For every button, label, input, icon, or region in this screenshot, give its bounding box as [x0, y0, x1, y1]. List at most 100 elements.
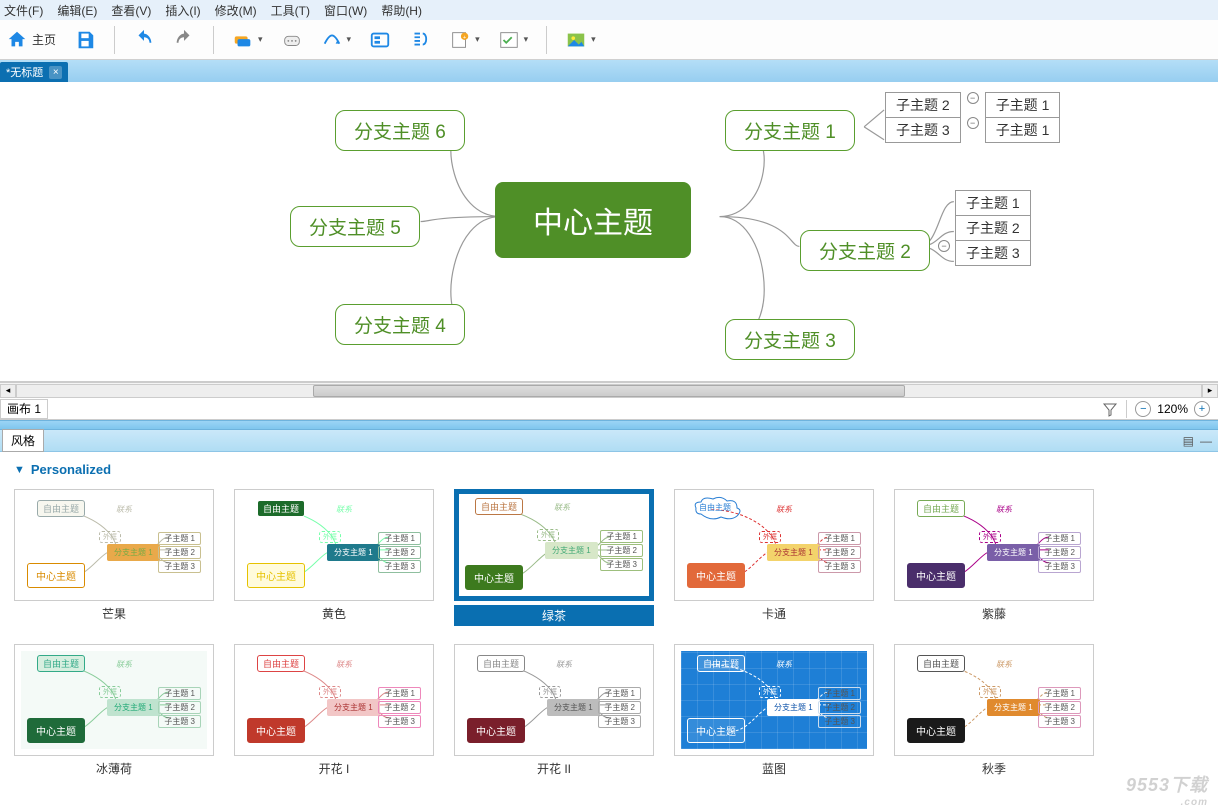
- menu-edit[interactable]: 编辑(E): [57, 2, 97, 19]
- theme-卡通[interactable]: 自由主题 联系 外框 中心主题 分支主题 1 子主题 1 子主题 2 子主题 3…: [674, 489, 874, 626]
- menu-window[interactable]: 窗口(W): [324, 2, 367, 19]
- marker-icon: +: [449, 29, 471, 51]
- theme-label: 黄色: [322, 605, 346, 622]
- theme-冰薄荷[interactable]: 自由主题 联系 外框 中心主题 分支主题 1 子主题 1 子主题 2 子主题 3…: [14, 644, 214, 777]
- theme-开花 II[interactable]: 自由主题 联系 外框 中心主题 分支主题 1 子主题 1 子主题 2 子主题 3…: [454, 644, 654, 777]
- theme-label: 冰薄荷: [96, 760, 132, 777]
- minimize-icon[interactable]: —: [1200, 434, 1212, 448]
- topic-button[interactable]: ▾: [232, 29, 263, 51]
- branch-2[interactable]: 分支主题 2: [800, 230, 930, 271]
- document-tab[interactable]: *无标题 ×: [0, 62, 68, 82]
- theme-label: 绿茶: [454, 605, 654, 626]
- note-icon: [281, 29, 303, 51]
- task-button[interactable]: ▾: [498, 29, 529, 51]
- sub-topic[interactable]: 子主题 1: [985, 92, 1061, 118]
- scroll-left-button[interactable]: ◂: [0, 384, 16, 398]
- zoom-in-button[interactable]: +: [1194, 401, 1210, 417]
- collapse-icon[interactable]: −: [967, 117, 979, 129]
- style-panel-header: 风格 ▤ —: [0, 430, 1218, 452]
- menu-help[interactable]: 帮助(H): [381, 2, 422, 19]
- boundary-button[interactable]: [369, 29, 391, 51]
- tab-close-button[interactable]: ×: [49, 66, 62, 79]
- zoom-out-button[interactable]: −: [1135, 401, 1151, 417]
- theme-grid: 自由主题 联系 外框 中心主题 分支主题 1 子主题 1 子主题 2 子主题 3…: [14, 489, 1204, 777]
- horizontal-scrollbar[interactable]: ◂ ▸: [0, 382, 1218, 398]
- relationship-icon: [321, 29, 343, 51]
- branch-6[interactable]: 分支主题 6: [335, 110, 465, 151]
- sub-topic[interactable]: 子主题 3: [955, 240, 1031, 266]
- image-button[interactable]: ▾: [565, 29, 596, 51]
- collapse-icon[interactable]: −: [967, 92, 979, 104]
- undo-button[interactable]: [133, 29, 155, 51]
- theme-芒果[interactable]: 自由主题 联系 外框 中心主题 分支主题 1 子主题 1 子主题 2 子主题 3…: [14, 489, 214, 626]
- scroll-thumb[interactable]: [313, 385, 905, 397]
- collapse-icon[interactable]: −: [938, 240, 950, 252]
- theme-label: 开花 I: [319, 760, 350, 777]
- theme-开花 I[interactable]: 自由主题 联系 外框 中心主题 分支主题 1 子主题 1 子主题 2 子主题 3…: [234, 644, 434, 777]
- branch-3[interactable]: 分支主题 3: [725, 319, 855, 360]
- caret-down-icon: ▼: [14, 464, 25, 476]
- sub-topic[interactable]: 子主题 3: [885, 117, 961, 143]
- mindmap-canvas[interactable]: 中心主题 分支主题 6 分支主题 5 分支主题 4 分支主题 1 分支主题 2 …: [0, 82, 1218, 382]
- tab-title: *无标题: [6, 64, 43, 80]
- redo-button[interactable]: [173, 29, 195, 51]
- marker-button[interactable]: +▾: [449, 29, 480, 51]
- theme-秋季[interactable]: 自由主题 联系 外框 中心主题 分支主题 1 子主题 1 子主题 2 子主题 3…: [894, 644, 1094, 777]
- zoom-level: 120%: [1157, 402, 1188, 416]
- theme-label: 卡通: [762, 605, 786, 622]
- menu-view[interactable]: 查看(V): [111, 2, 151, 19]
- summary-icon: [409, 29, 431, 51]
- theme-label: 蓝图: [762, 760, 786, 777]
- section-personalized[interactable]: ▼ Personalized: [14, 462, 1204, 477]
- boundary-icon: [369, 29, 391, 51]
- save-icon: [74, 29, 96, 51]
- topic-icon: [232, 29, 254, 51]
- view-mode-icon[interactable]: ▤: [1183, 434, 1194, 448]
- theme-label: 开花 II: [537, 760, 571, 777]
- sub-topic[interactable]: 子主题 1: [955, 190, 1031, 216]
- document-tab-bar: *无标题 ×: [0, 60, 1218, 82]
- theme-label: 芒果: [102, 605, 126, 622]
- branch-4[interactable]: 分支主题 4: [335, 304, 465, 345]
- menu-bar: 文件(F) 编辑(E) 查看(V) 插入(I) 修改(M) 工具(T) 窗口(W…: [0, 0, 1218, 20]
- theme-绿茶[interactable]: 自由主题 联系 外框 中心主题 分支主题 1 子主题 1 子主题 2 子主题 3…: [454, 489, 654, 626]
- branch-5[interactable]: 分支主题 5: [290, 206, 420, 247]
- branch-2-subtopics: 子主题 1 子主题 2 子主题 3: [955, 190, 1031, 266]
- style-panel-title[interactable]: 风格: [2, 429, 44, 452]
- relationship-button[interactable]: ▾: [321, 29, 352, 51]
- menu-insert[interactable]: 插入(I): [165, 2, 200, 19]
- svg-text:+: +: [463, 35, 466, 41]
- status-bar: 画布 1 − 120% +: [0, 398, 1218, 420]
- scroll-right-button[interactable]: ▸: [1202, 384, 1218, 398]
- summary-button[interactable]: [409, 29, 431, 51]
- sub-topic[interactable]: 子主题 1: [985, 117, 1061, 143]
- sub-topic[interactable]: 子主题 2: [885, 92, 961, 118]
- sub-topic[interactable]: 子主题 2: [955, 215, 1031, 241]
- canvas-name[interactable]: 画布 1: [0, 399, 48, 419]
- image-icon: [565, 29, 587, 51]
- theme-黄色[interactable]: 自由主题 联系 外框 中心主题 分支主题 1 子主题 1 子主题 2 子主题 3…: [234, 489, 434, 626]
- style-panel-body: ▼ Personalized 自由主题 联系 外框 中心主题 分支主题 1 子主…: [0, 452, 1218, 812]
- theme-label: 紫藤: [982, 605, 1006, 622]
- panel-divider[interactable]: [0, 420, 1218, 430]
- zoom-controls: − 120% +: [1127, 401, 1218, 417]
- theme-label: 秋季: [982, 760, 1006, 777]
- menu-tools[interactable]: 工具(T): [271, 2, 310, 19]
- scroll-track[interactable]: [16, 384, 1202, 398]
- filter-icon[interactable]: [1102, 401, 1118, 417]
- toolbar: 主页 ▾ ▾ +▾ ▾ ▾: [0, 20, 1218, 60]
- branch-1-subtopics: 子主题 2−子主题 1 子主题 3−子主题 1: [885, 92, 1060, 143]
- theme-紫藤[interactable]: 自由主题 联系 外框 中心主题 分支主题 1 子主题 1 子主题 2 子主题 3…: [894, 489, 1094, 626]
- center-topic[interactable]: 中心主题: [495, 182, 691, 258]
- undo-icon: [133, 29, 155, 51]
- theme-蓝图[interactable]: 自由主题 联系 外框 中心主题 分支主题 1 子主题 1 子主题 2 子主题 3…: [674, 644, 874, 777]
- branch-1[interactable]: 分支主题 1: [725, 110, 855, 151]
- note-button[interactable]: [281, 29, 303, 51]
- home-button[interactable]: 主页: [6, 29, 56, 51]
- menu-modify[interactable]: 修改(M): [215, 2, 257, 19]
- redo-icon: [173, 29, 195, 51]
- home-icon: [6, 29, 28, 51]
- save-button[interactable]: [74, 29, 96, 51]
- menu-file[interactable]: 文件(F): [4, 2, 43, 19]
- watermark: 9553下载.com: [1126, 771, 1208, 808]
